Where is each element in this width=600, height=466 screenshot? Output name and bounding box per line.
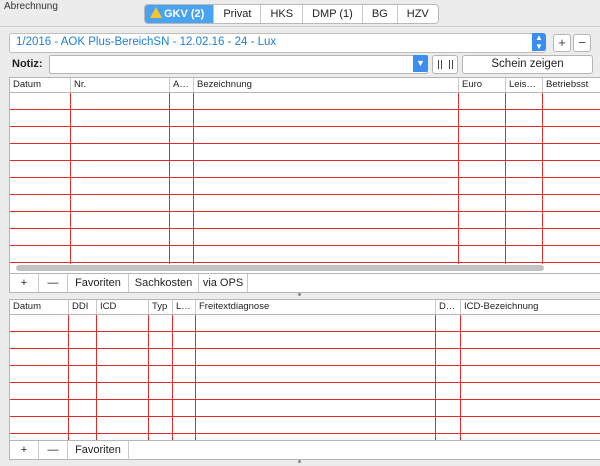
tab-privat[interactable]: Privat <box>213 5 260 23</box>
add-service-button[interactable]: + <box>10 274 39 292</box>
grid-column-line <box>172 315 173 441</box>
diagnosis-table-header: Datum DDI ICD Typ L… Freitextdiagnose D…… <box>10 300 600 315</box>
header-divider <box>0 26 600 27</box>
grid-column-line <box>458 93 459 264</box>
split-view-handle[interactable] <box>298 293 301 296</box>
services-table-header: Datum Nr. A… Bezeichnung Euro Leis… Betr… <box>10 78 600 93</box>
column-header-leistungserbringer[interactable]: Leis… <box>509 79 539 90</box>
grid-row-line <box>10 382 600 383</box>
barcode-icon <box>438 60 453 69</box>
grid-column-line <box>195 315 196 441</box>
column-header-datum[interactable]: Datum <box>13 301 65 312</box>
diagnosis-toolbar: + — Favoriten <box>9 440 600 460</box>
grid-row-line <box>10 211 600 212</box>
column-header-icd-bezeichnung[interactable]: ICD-Bezeichnung <box>464 301 598 312</box>
chevron-up-down-icon[interactable]: ▲ ▼ <box>532 33 546 51</box>
grid-column-line <box>148 315 149 441</box>
billing-category-tabs: GKV (2) Privat HKS DMP (1) BG HZV <box>144 4 439 24</box>
column-header-datum[interactable]: Datum <box>13 79 68 90</box>
grid-column-line <box>435 315 436 441</box>
tab-gkv[interactable]: GKV (2) <box>145 5 214 23</box>
sachkosten-button[interactable]: Sachkosten <box>129 274 199 292</box>
column-header-typ[interactable]: Typ <box>152 301 172 312</box>
grid-row-line <box>10 143 600 144</box>
diagnosis-table[interactable]: Datum DDI ICD Typ L… Freitextdiagnose D…… <box>9 299 600 441</box>
grid-row-line <box>10 331 600 332</box>
grid-row-line <box>10 194 600 195</box>
schein-zeigen-button[interactable]: Schein zeigen <box>462 55 593 74</box>
via-ops-button[interactable]: via OPS <box>199 274 248 292</box>
notiz-field[interactable]: ▼ <box>49 55 428 74</box>
grid-column-line <box>460 315 461 441</box>
tab-bg[interactable]: BG <box>361 5 397 23</box>
grid-row-line <box>10 416 600 417</box>
grid-column-line <box>169 93 170 264</box>
column-header-lokalisation[interactable]: L… <box>176 301 194 312</box>
remove-case-button[interactable]: − <box>573 34 591 52</box>
notiz-label: Notiz: <box>12 58 43 70</box>
add-diagnosis-button[interactable]: + <box>10 441 39 459</box>
window-title: Abrechnung <box>4 1 58 12</box>
split-view-handle[interactable] <box>298 460 301 463</box>
remove-service-button[interactable]: — <box>39 274 68 292</box>
grid-row-line <box>10 365 600 366</box>
grid-column-line <box>68 315 69 441</box>
case-selector-value: 1/2016 - AOK Plus-BereichSN - 12.02.16 -… <box>16 36 277 48</box>
warning-icon <box>150 7 162 18</box>
remove-diagnosis-button[interactable]: — <box>39 441 68 459</box>
grid-column-line <box>505 93 506 264</box>
grid-row-line <box>10 433 600 434</box>
grid-row-line <box>10 399 600 400</box>
column-header-dauerdiagnose[interactable]: D… <box>439 301 459 312</box>
column-header-bezeichnung[interactable]: Bezeichnung <box>197 79 457 90</box>
barcode-scan-button[interactable] <box>432 55 458 74</box>
chevron-down-icon[interactable]: ▼ <box>413 55 428 72</box>
services-toolbar: + — Favoriten Sachkosten via OPS <box>9 273 600 293</box>
grid-row-line <box>10 160 600 161</box>
column-header-betriebsstaette[interactable]: Betriebsst <box>546 79 600 90</box>
services-table[interactable]: Datum Nr. A… Bezeichnung Euro Leis… Betr… <box>9 77 600 274</box>
grid-column-line <box>542 93 543 264</box>
grid-row-line <box>10 348 600 349</box>
tab-gkv-label: GKV (2) <box>164 8 205 20</box>
horizontal-scrollbar[interactable] <box>16 265 544 271</box>
grid-row-line <box>10 126 600 127</box>
grid-row-line <box>10 109 600 110</box>
grid-row-line <box>10 177 600 178</box>
grid-row-line <box>10 262 600 263</box>
tab-hzv[interactable]: HZV <box>396 5 438 23</box>
grid-row-line <box>10 228 600 229</box>
grid-column-line <box>193 93 194 264</box>
column-header-euro[interactable]: Euro <box>462 79 502 90</box>
grid-row-line <box>10 245 600 246</box>
column-header-anzahl[interactable]: A… <box>173 79 193 90</box>
tab-dmp[interactable]: DMP (1) <box>302 5 362 23</box>
favoriten-button[interactable]: Favoriten <box>68 441 129 459</box>
case-selector[interactable]: 1/2016 - AOK Plus-BereichSN - 12.02.16 -… <box>9 33 546 53</box>
add-case-button[interactable]: + <box>553 34 571 52</box>
column-header-icd[interactable]: ICD <box>100 301 148 312</box>
grid-column-line <box>70 93 71 264</box>
tab-hks[interactable]: HKS <box>260 5 302 23</box>
column-header-nr[interactable]: Nr. <box>74 79 164 90</box>
column-header-freitextdiagnose[interactable]: Freitextdiagnose <box>199 301 434 312</box>
favoriten-button[interactable]: Favoriten <box>68 274 129 292</box>
column-header-ddi[interactable]: DDI <box>72 301 94 312</box>
grid-column-line <box>96 315 97 441</box>
